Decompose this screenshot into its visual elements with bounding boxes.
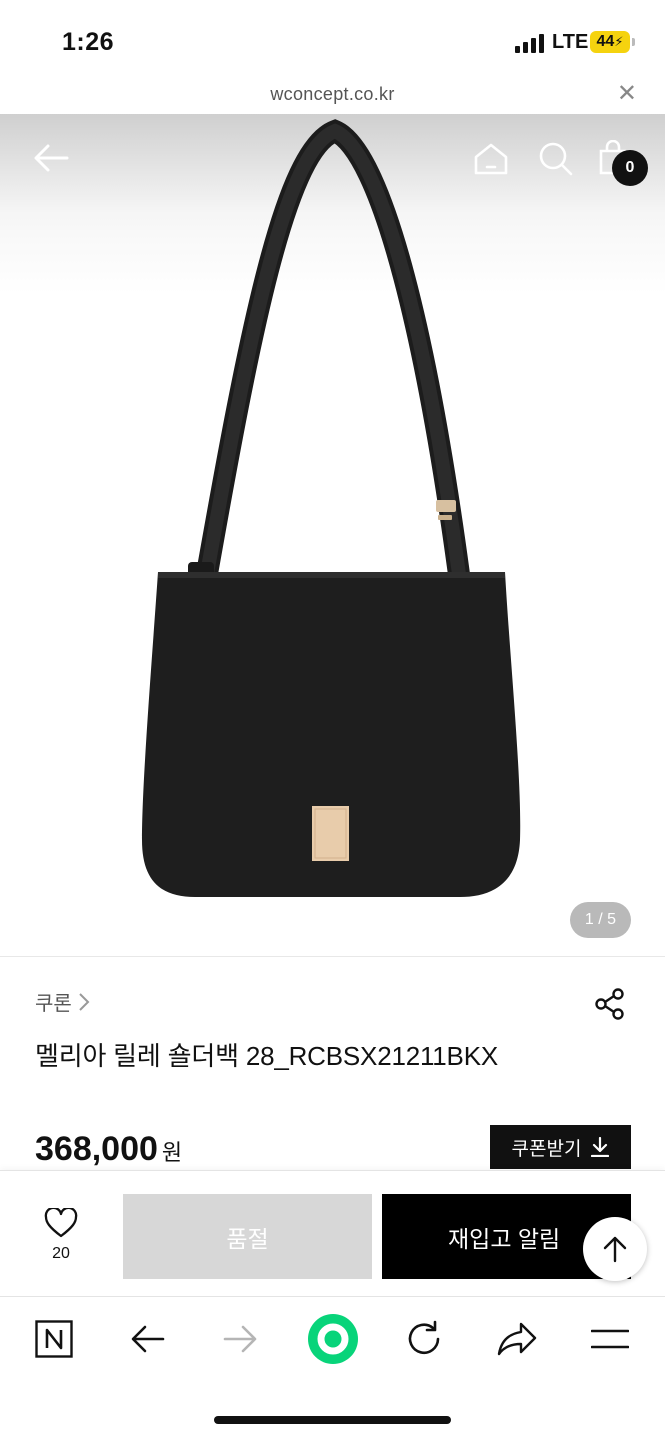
signal-icon: [515, 33, 544, 53]
image-pager: 1 / 5: [570, 902, 631, 938]
network-type: LTE: [552, 31, 589, 53]
like-count: 20: [52, 1245, 70, 1262]
product-price: 368,000 원: [35, 1130, 182, 1169]
green-dot-icon[interactable]: [307, 1313, 359, 1365]
divider: [0, 956, 665, 957]
reload-icon[interactable]: [405, 1320, 443, 1358]
share-icon[interactable]: [594, 988, 626, 1020]
menu-icon[interactable]: [591, 1328, 629, 1350]
price-value: 368,000: [35, 1130, 158, 1168]
share-arrow-icon[interactable]: [497, 1322, 537, 1356]
url-bar[interactable]: wconcept.co.kr ✕: [0, 80, 665, 114]
home-indicator[interactable]: [214, 1416, 451, 1424]
product-image-gallery[interactable]: [0, 114, 665, 956]
wishlist-button[interactable]: 20: [36, 1206, 86, 1263]
scroll-top-button[interactable]: [583, 1217, 647, 1281]
home-icon[interactable]: [473, 142, 509, 176]
status-bar: 1:26 LTE 44⚡: [0, 0, 665, 80]
arrow-up-icon: [603, 1236, 627, 1263]
product-image: [142, 119, 521, 897]
battery-level: 44: [596, 33, 615, 50]
battery-icon: 44⚡: [590, 31, 635, 53]
browser-back-icon[interactable]: [131, 1324, 165, 1354]
download-icon: [591, 1137, 610, 1157]
close-icon[interactable]: ✕: [617, 82, 637, 106]
status-time: 1:26: [62, 28, 115, 56]
coupon-button[interactable]: 쿠폰받기: [490, 1125, 631, 1169]
naver-n-icon[interactable]: [35, 1320, 73, 1358]
browser-forward-icon[interactable]: [223, 1324, 257, 1354]
heart-icon: [44, 1206, 78, 1238]
chevron-right-icon: [79, 992, 90, 1011]
back-arrow-icon[interactable]: [33, 143, 69, 173]
price-currency: 원: [161, 1140, 183, 1165]
coupon-label: 쿠폰받기: [511, 1138, 582, 1160]
cart-count-badge[interactable]: 0: [612, 150, 648, 186]
url-text[interactable]: wconcept.co.kr: [270, 84, 394, 104]
product-name: 멜리아 릴레 숄더백 28_RCBSX21211BKX: [35, 1041, 498, 1071]
brand-link[interactable]: 쿠론: [35, 987, 90, 1016]
soldout-button[interactable]: 품절: [123, 1194, 372, 1279]
brand-name[interactable]: 쿠론: [35, 987, 72, 1016]
search-icon[interactable]: [538, 141, 574, 177]
